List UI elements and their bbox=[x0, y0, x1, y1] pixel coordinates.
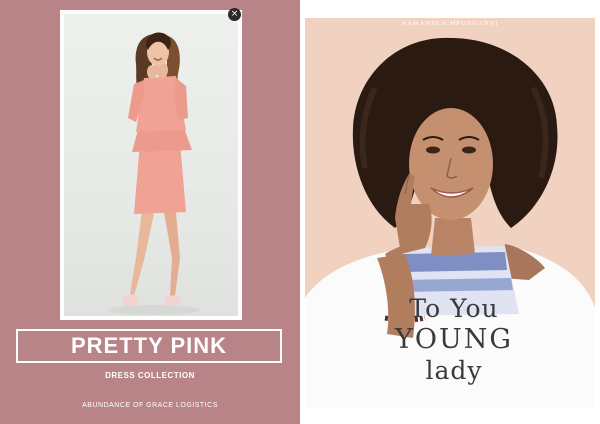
close-icon[interactable]: × bbox=[228, 8, 241, 21]
book-author: NAMANDLA MPUNGANYI bbox=[401, 20, 499, 27]
right-book-cover: NAMANDLA MPUNGANYI To You YOUNG lady bbox=[305, 18, 595, 408]
book-title-line3: lady bbox=[425, 356, 483, 385]
title-box: PRETTY PINK bbox=[16, 329, 282, 363]
cover-title: PRETTY PINK bbox=[70, 333, 228, 358]
left-book-cover: × PRETTY PINK DRESS COLLECTION ABUNDANCE… bbox=[0, 0, 300, 424]
model-photo bbox=[64, 14, 238, 316]
cover-publisher: ABUNDANCE OF GRACE LOGISTICS bbox=[82, 402, 218, 409]
book-title: To You YOUNG lady bbox=[389, 294, 519, 386]
book-title-line2: YOUNG bbox=[395, 324, 513, 355]
woman-in-pink-dress-illustration bbox=[108, 32, 200, 315]
book-title-line1: To You bbox=[409, 294, 499, 323]
model-photo-frame bbox=[60, 10, 242, 320]
cover-subtitle: DRESS COLLECTION bbox=[105, 371, 195, 380]
